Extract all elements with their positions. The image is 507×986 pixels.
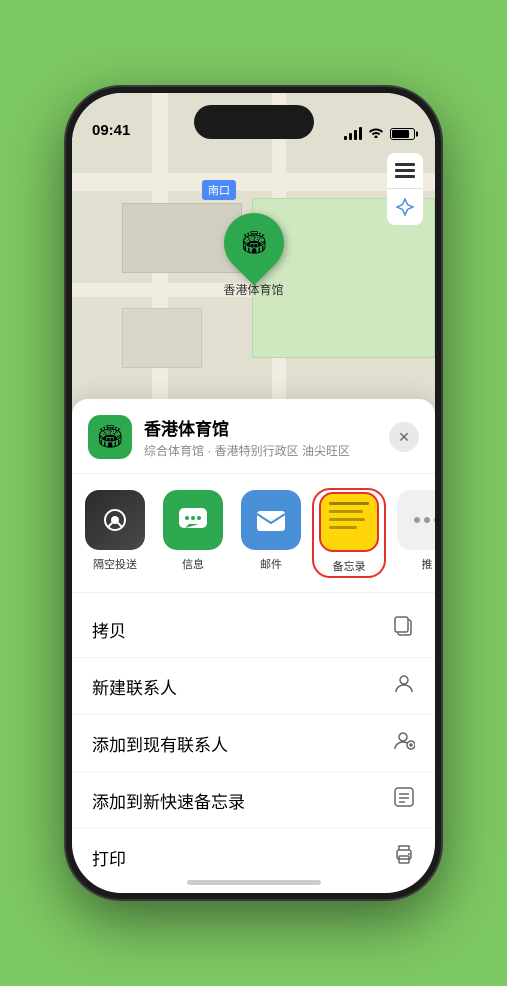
wifi-icon <box>368 126 384 141</box>
signal-bars-icon <box>344 128 362 140</box>
more-label: 推 <box>422 556 433 572</box>
share-row-container: 隔空投送 信息 邮件 <box>72 474 435 593</box>
action-quick-note[interactable]: 添加到新快速备忘录 <box>72 772 435 829</box>
pin-emoji: 🏟 <box>240 230 268 256</box>
quick-note-icon <box>393 786 415 814</box>
location-icon: 🏟 <box>88 415 132 459</box>
close-button[interactable]: ✕ <box>389 422 419 452</box>
mail-label: 邮件 <box>260 556 282 572</box>
share-item-notes[interactable]: 备忘录 <box>314 490 384 576</box>
location-info: 香港体育馆 综合体育馆 · 香港特别行政区 油尖旺区 <box>144 415 389 459</box>
battery-icon <box>390 128 415 140</box>
share-row: 隔空投送 信息 邮件 <box>72 474 435 593</box>
action-new-contact[interactable]: 新建联系人 <box>72 658 435 715</box>
mail-icon <box>241 490 301 550</box>
map-label: 南口 <box>202 180 236 200</box>
bottom-sheet: 🏟 香港体育馆 综合体育馆 · 香港特别行政区 油尖旺区 ✕ <box>72 399 435 893</box>
action-print[interactable]: 打印 <box>72 829 435 885</box>
notes-icon <box>319 492 379 552</box>
add-existing-icon <box>393 729 415 757</box>
dynamic-island <box>194 105 314 139</box>
share-item-mail[interactable]: 邮件 <box>236 490 306 576</box>
airdrop-icon <box>85 490 145 550</box>
action-copy[interactable]: 拷贝 <box>72 601 435 658</box>
message-label: 信息 <box>182 556 204 572</box>
print-label: 打印 <box>92 845 126 870</box>
location-desc: 综合体育馆 · 香港特别行政区 油尖旺区 <box>144 442 389 459</box>
message-icon <box>163 490 223 550</box>
copy-icon <box>393 615 415 643</box>
notes-label: 备忘录 <box>333 558 366 574</box>
home-indicator <box>187 880 321 885</box>
map-layers-button[interactable] <box>387 153 423 189</box>
share-item-more[interactable]: 推 <box>392 490 435 576</box>
share-item-message[interactable]: 信息 <box>158 490 228 576</box>
map-controls <box>387 153 423 225</box>
status-icons <box>344 126 415 141</box>
print-icon <box>393 843 415 871</box>
new-contact-icon <box>393 672 415 700</box>
location-button[interactable] <box>387 189 423 225</box>
status-time: 09:41 <box>92 122 130 141</box>
phone-frame: 09:41 <box>66 87 441 899</box>
share-item-airdrop[interactable]: 隔空投送 <box>80 490 150 576</box>
location-pin: 🏟 香港体育馆 <box>223 213 283 298</box>
quick-note-label: 添加到新快速备忘录 <box>92 788 245 813</box>
new-contact-label: 新建联系人 <box>92 674 177 699</box>
action-list: 拷贝 新建联系人 添加到现有联系人 <box>72 593 435 893</box>
copy-label: 拷贝 <box>92 617 126 642</box>
location-name: 香港体育馆 <box>144 415 389 440</box>
airdrop-label: 隔空投送 <box>93 556 137 572</box>
action-add-existing[interactable]: 添加到现有联系人 <box>72 715 435 772</box>
add-existing-label: 添加到现有联系人 <box>92 731 228 756</box>
location-header: 🏟 香港体育馆 综合体育馆 · 香港特别行政区 油尖旺区 ✕ <box>72 415 435 474</box>
phone-screen: 09:41 <box>72 93 435 893</box>
more-icon <box>397 490 435 550</box>
